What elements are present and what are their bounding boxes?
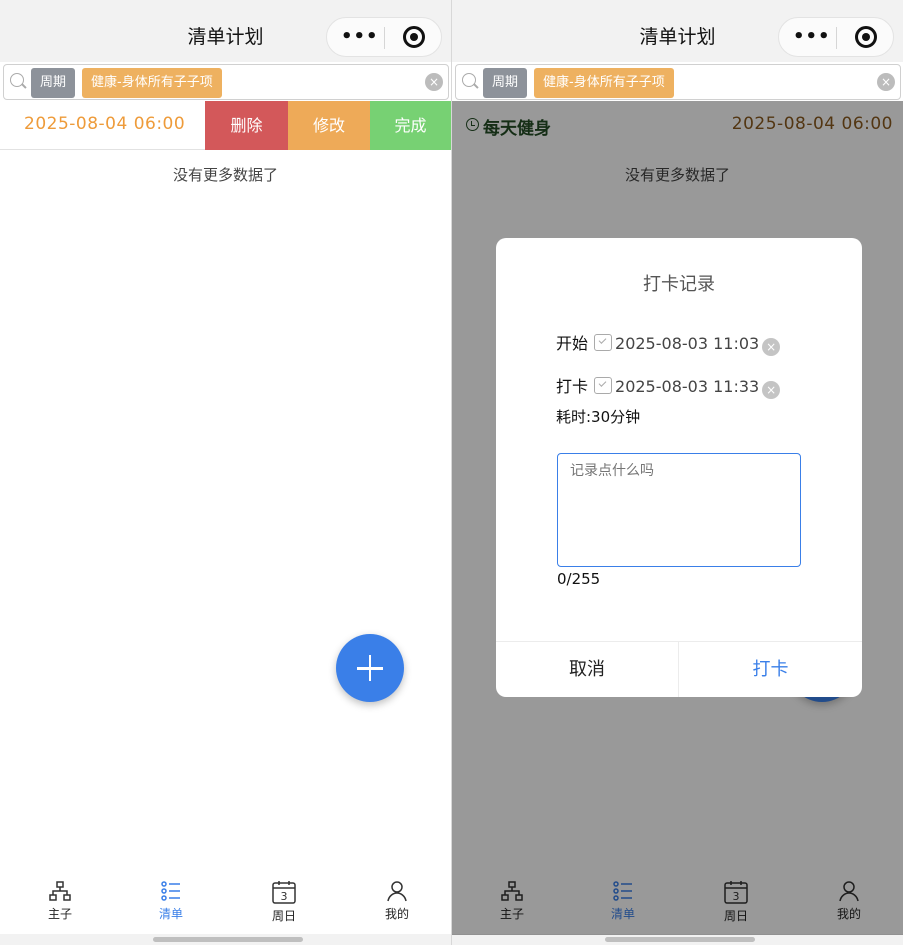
category-tag[interactable]: 健康-身体所有子子项 — [82, 68, 222, 98]
calendar-check-icon — [594, 334, 613, 351]
start-time-value[interactable]: 2025-08-03 11:03 — [615, 334, 759, 353]
left-screen: 清单计划 ••• 周期 健康-身体所有子子项 × 2025-08-04 06:0… — [0, 0, 451, 945]
cancel-button[interactable]: 取消 — [496, 642, 679, 697]
clear-icon[interactable]: × — [762, 381, 781, 399]
checkin-confirm-button[interactable]: 打卡 — [679, 642, 862, 697]
nav-bar: 清单计划 ••• — [0, 0, 451, 62]
note-textarea[interactable] — [557, 453, 801, 567]
period-tag[interactable]: 周期 — [31, 68, 76, 98]
close-target-icon[interactable] — [403, 26, 425, 48]
delete-button[interactable]: 删除 — [205, 101, 288, 150]
calendar-check-icon — [594, 377, 613, 394]
complete-button[interactable]: 完成 — [370, 101, 451, 150]
calendar-icon: 3 — [272, 881, 296, 904]
period-tag[interactable]: 周期 — [483, 68, 528, 98]
mini-program-capsule: ••• — [778, 17, 894, 57]
start-label: 开始 — [556, 334, 589, 353]
tab-bar: 主子 清单 3 周日 我的 — [0, 865, 451, 945]
duration-text: 耗时:30分钟 — [556, 408, 641, 426]
search-icon — [10, 73, 24, 87]
more-menu-icon[interactable]: ••• — [341, 26, 378, 48]
tab-calendar[interactable]: 3 周日 — [244, 879, 324, 924]
item-date: 2025-08-04 06:00 — [24, 114, 186, 134]
right-screen: 清单计划 ••• 周期 健康-身体所有子子项 × 每天健身 2025-08-04… — [452, 0, 903, 945]
svg-text:3: 3 — [281, 890, 288, 903]
category-tag[interactable]: 健康-身体所有子子项 — [534, 68, 674, 98]
tab-label: 我的 — [384, 907, 409, 921]
list-item[interactable]: 2025-08-04 06:00 删除 修改 完成 — [0, 101, 451, 150]
tab-zhuzi[interactable]: 主子 — [20, 879, 100, 922]
tab-label: 周日 — [271, 909, 296, 923]
close-target-icon[interactable] — [855, 26, 877, 48]
list-icon — [161, 881, 180, 901]
start-time-row: 开始 2025-08-03 11:03 × — [556, 330, 781, 356]
edit-button[interactable]: 修改 — [288, 101, 370, 150]
tab-label: 清单 — [158, 907, 183, 921]
checkin-time-value[interactable]: 2025-08-03 11:33 — [615, 377, 759, 396]
dialog-title: 打卡记录 — [643, 274, 715, 295]
char-counter: 0/255 — [557, 570, 601, 588]
clear-icon[interactable]: × — [877, 73, 895, 91]
search-icon — [462, 73, 476, 87]
nav-bar: 清单计划 ••• — [452, 0, 903, 62]
tab-me[interactable]: 我的 — [357, 879, 437, 922]
home-indicator — [153, 937, 303, 942]
filter-search-bar[interactable]: 周期 健康-身体所有子子项 × — [3, 64, 449, 100]
sitemap-icon — [49, 881, 71, 901]
tab-list[interactable]: 清单 — [131, 879, 211, 922]
clear-icon[interactable]: × — [425, 73, 443, 91]
home-indicator — [605, 937, 755, 942]
add-button[interactable] — [336, 634, 404, 702]
checkin-dialog: 打卡记录 开始 2025-08-03 11:03 × 打卡 2025-08-03 11… — [496, 238, 862, 697]
more-menu-icon[interactable]: ••• — [793, 26, 830, 48]
tab-label: 主子 — [47, 907, 72, 921]
dialog-footer: 取消 打卡 — [496, 641, 862, 697]
filter-search-bar[interactable]: 周期 健康-身体所有子子项 × — [455, 64, 901, 100]
capsule-divider — [836, 27, 837, 49]
checkin-label: 打卡 — [556, 377, 589, 396]
mini-program-capsule: ••• — [326, 17, 442, 57]
clear-icon[interactable]: × — [762, 338, 781, 356]
checkin-time-row: 打卡 2025-08-03 11:33 × — [556, 373, 781, 399]
capsule-divider — [384, 27, 385, 49]
no-more-data-text: 没有更多数据了 — [172, 166, 278, 184]
user-icon — [387, 881, 407, 902]
